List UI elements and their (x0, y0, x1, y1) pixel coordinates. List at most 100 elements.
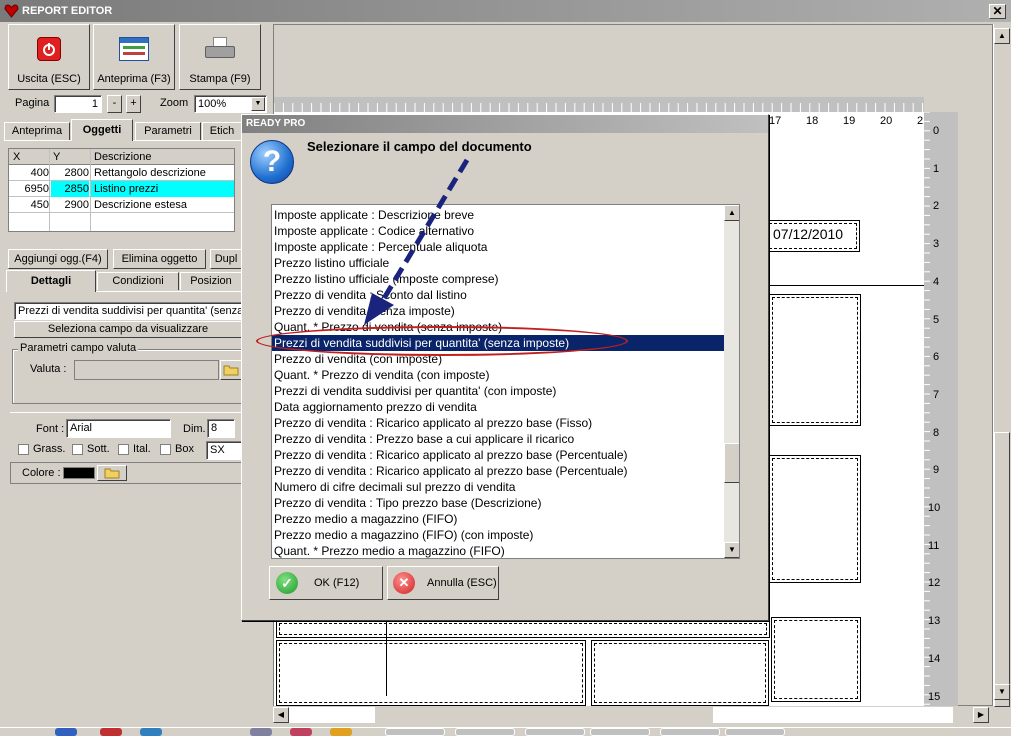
page-label: Pagina (15, 97, 50, 109)
list-scrollbar[interactable]: ▲ ▼ (724, 205, 739, 558)
delete-object-button[interactable]: Elimina oggetto (113, 249, 206, 269)
currency-label: Valuta : (30, 363, 67, 375)
list-item[interactable]: Prezzo di vendita : Ricarico applicato a… (272, 447, 724, 463)
ruler-label: 7 (933, 388, 940, 401)
list-item[interactable]: Quant. * Prezzo di vendita (con imposte) (272, 367, 724, 383)
list-item[interactable]: Data aggiornamento prezzo di vendita (272, 399, 724, 415)
tab-conditions[interactable]: Condizioni (97, 272, 179, 290)
list-item[interactable]: Imposte applicate : Percentuale aliquota (272, 239, 724, 255)
list-item[interactable]: Prezzo di vendita : Tipo prezzo base (De… (272, 495, 724, 511)
list-item[interactable]: Imposte applicate : Descrizione breve (272, 207, 724, 223)
tab-details[interactable]: Dettagli (6, 270, 96, 292)
ruler-label: 0 (933, 125, 940, 137)
ruler-label: 11 (928, 539, 940, 552)
question-icon: ? (250, 140, 294, 184)
table-row[interactable]: 400 2800 Rettangolo descrizione (9, 165, 234, 181)
ruler-label: 1 (933, 162, 940, 175)
underline-checkbox[interactable]: Sott. (72, 443, 110, 455)
scroll-right-icon[interactable]: ▶ (973, 707, 989, 723)
list-item[interactable]: Prezzo listino ufficiale (imposte compre… (272, 271, 724, 287)
scroll-down-icon[interactable]: ▼ (724, 542, 739, 558)
list-item[interactable]: Prezzo di vendita (senza imposte) (272, 303, 724, 319)
power-icon (37, 37, 61, 61)
color-swatch[interactable] (63, 467, 95, 479)
italic-checkbox[interactable]: Ital. (118, 443, 151, 455)
app-logo-icon (4, 4, 19, 18)
list-scroll-thumb[interactable] (724, 443, 739, 483)
exit-button[interactable]: Uscita (ESC) (8, 24, 90, 90)
scroll-up-icon[interactable]: ▲ (724, 205, 739, 221)
currency-input[interactable] (74, 360, 219, 380)
report-box[interactable] (769, 455, 861, 583)
ruler-label: 15 (928, 690, 941, 703)
ok-button[interactable]: ✓ OK (F12) (269, 566, 383, 600)
list-item[interactable]: Prezzo di vendita : Prezzo base a cui ap… (272, 431, 724, 447)
table-row-selected[interactable]: 6950 2850 Listino prezzi (9, 181, 234, 197)
scroll-thumb[interactable] (994, 432, 1010, 707)
scroll-track-right (713, 707, 953, 723)
list-item[interactable]: Quant. * Prezzo medio a magazzino (FIFO) (272, 543, 724, 558)
box-checkbox[interactable]: Box (160, 443, 194, 455)
scroll-up-icon[interactable]: ▲ (994, 28, 1010, 44)
report-box[interactable] (276, 620, 770, 638)
tab-objects[interactable]: Oggetti (71, 119, 133, 141)
report-box[interactable] (769, 294, 861, 426)
print-button[interactable]: Stampa (F9) (179, 24, 261, 90)
report-box[interactable] (591, 640, 769, 706)
table-row[interactable]: 450 2900 Descrizione estesa (9, 197, 234, 213)
currency-folder-button[interactable] (220, 360, 242, 380)
duplicate-object-button[interactable]: Dupl (210, 249, 242, 269)
vertical-scrollbar[interactable]: ▲ ▼ (993, 24, 1010, 707)
ruler-label: 4 (933, 275, 940, 288)
list-item[interactable]: Numero di cifre decimali sul prezzo di v… (272, 479, 724, 495)
zoom-select[interactable]: 100% ▼ (194, 95, 267, 113)
align-select[interactable]: SX (206, 441, 242, 460)
list-item[interactable]: Prezzo listino ufficiale (272, 255, 724, 271)
chevron-down-icon[interactable]: ▼ (251, 97, 265, 111)
cancel-button[interactable]: ✕ Annulla (ESC) (387, 566, 499, 600)
font-input[interactable]: Arial (66, 419, 171, 438)
list-item[interactable]: Prezzo medio a magazzino (FIFO) (272, 511, 724, 527)
checkbox-box[interactable] (72, 443, 83, 455)
preview-button[interactable]: Anteprima (F3) (93, 24, 175, 90)
checkbox-box[interactable] (118, 443, 129, 455)
col-y-header: Y (53, 151, 61, 163)
report-box[interactable] (771, 617, 861, 702)
check-icon: ✓ (276, 572, 298, 594)
cell-y: 2900 (64, 199, 89, 211)
bold-checkbox[interactable]: Grass. (18, 443, 65, 455)
list-item[interactable]: Prezzo medio a magazzino (FIFO) (con imp… (272, 527, 724, 543)
underline-label: Sott. (87, 443, 110, 455)
scroll-left-icon[interactable]: ◀ (273, 707, 289, 723)
tab-labels[interactable]: Etich (202, 122, 242, 140)
tab-parameters[interactable]: Parametri (135, 122, 201, 140)
checkbox-box[interactable] (18, 443, 29, 455)
list-item[interactable]: Prezzo di vendita : Sconto dal listino (272, 287, 724, 303)
objects-grid-header: X Y Descrizione (9, 149, 234, 165)
box-label: Box (175, 443, 194, 455)
list-item[interactable]: Prezzo di vendita : Ricarico applicato a… (272, 463, 724, 479)
list-item[interactable]: Prezzi di vendita suddivisi per quantita… (272, 383, 724, 399)
page-input[interactable]: 1 (54, 95, 102, 113)
page-prev-button[interactable]: - (107, 95, 122, 113)
horizontal-scrollbar[interactable]: ◀ ▶ (273, 706, 993, 724)
ruler-label: 20 (880, 115, 893, 127)
page-next-button[interactable]: + (126, 95, 141, 113)
checkbox-box[interactable] (160, 443, 171, 455)
select-field-button[interactable]: Seleziona campo da visualizzare (14, 321, 242, 338)
list-item[interactable]: Imposte applicate : Codice alternativo (272, 223, 724, 239)
field-select-dialog: READY PRO ? Selezionare il campo del doc… (241, 114, 769, 621)
add-object-button[interactable]: Aggiungi ogg.(F4) (8, 249, 108, 269)
date-box[interactable]: 07/12/2010 (766, 220, 860, 252)
tab-preview[interactable]: Anteprima (4, 122, 70, 140)
list-item[interactable]: Prezzo di vendita : Ricarico applicato a… (272, 415, 724, 431)
selected-field-input[interactable]: Prezzi di vendita suddivisi per quantita… (14, 302, 242, 320)
size-input[interactable]: 8 (207, 419, 235, 438)
color-picker-button[interactable] (97, 465, 127, 481)
cell-y: 2800 (64, 167, 89, 179)
close-window-button[interactable]: ✕ (989, 4, 1006, 19)
report-box[interactable] (276, 640, 586, 706)
scroll-down-icon[interactable]: ▼ (994, 684, 1010, 700)
ruler-top (273, 97, 924, 112)
tab-position[interactable]: Posizion (180, 272, 242, 290)
